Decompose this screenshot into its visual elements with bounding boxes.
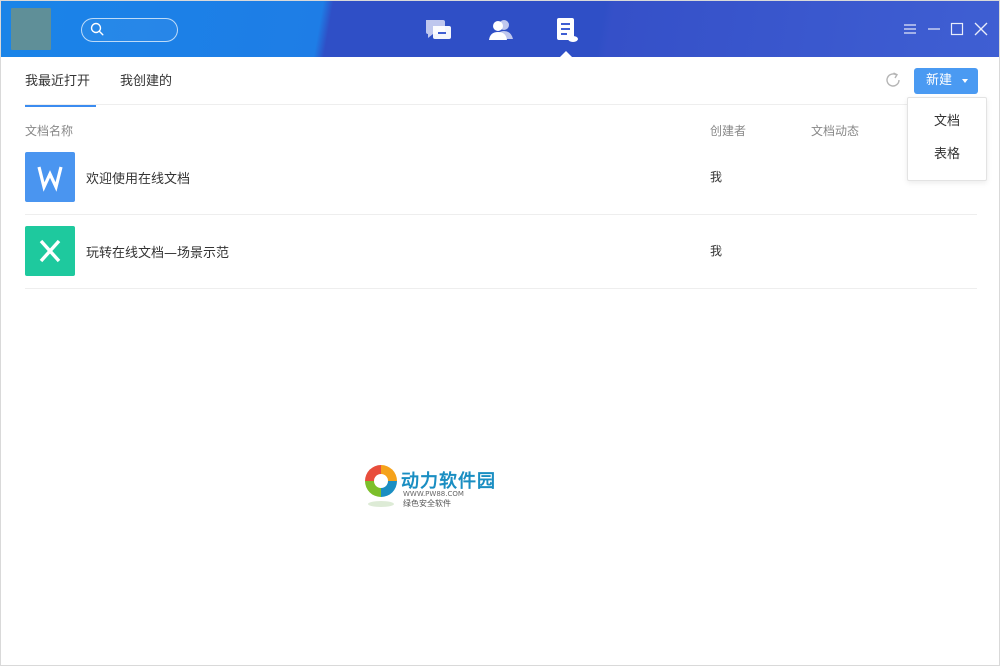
menu-icon[interactable] [902, 21, 918, 37]
close-icon[interactable] [973, 21, 989, 37]
refresh-icon[interactable] [883, 70, 903, 90]
chevron-down-icon [962, 79, 968, 83]
column-header-creator: 创建者 [710, 124, 747, 138]
new-button[interactable]: 新建 [914, 68, 978, 94]
new-button-label: 新建 [926, 73, 953, 88]
tab-recent[interactable]: 我最近打开 [25, 65, 96, 107]
watermark-logo-icon [365, 465, 397, 507]
document-row[interactable]: 欢迎使用在线文档 我 [25, 140, 977, 215]
avatar[interactable] [11, 8, 51, 50]
tabs-divider [25, 104, 977, 105]
watermark-tagline: 绿色安全软件 [403, 499, 451, 508]
menu-item-sheet[interactable]: 表格 [908, 140, 986, 170]
watermark: 动力软件园 WWW.PW88.COM 绿色安全软件 [363, 463, 513, 511]
documents-icon[interactable] [551, 15, 581, 45]
search-box[interactable] [81, 18, 178, 42]
document-name[interactable]: 欢迎使用在线文档 [86, 168, 190, 187]
tab-bar: 我最近打开 我创建的 [25, 65, 975, 107]
word-document-icon [25, 152, 75, 202]
menu-item-document[interactable]: 文档 [908, 107, 986, 137]
minimize-icon[interactable] [926, 21, 942, 37]
document-creator: 我 [710, 244, 723, 258]
contacts-icon[interactable] [487, 15, 517, 45]
maximize-icon[interactable] [949, 21, 965, 37]
new-dropdown-menu: 文档 表格 [907, 97, 987, 181]
document-row[interactable]: 玩转在线文档—场景示范 我 [25, 214, 977, 289]
document-name[interactable]: 玩转在线文档—场景示范 [86, 242, 229, 261]
active-nav-pointer [559, 51, 573, 57]
title-bar [1, 1, 999, 57]
watermark-url: WWW.PW88.COM [403, 490, 464, 498]
spreadsheet-document-icon [25, 226, 75, 276]
column-header-activity: 文档动态 [811, 124, 860, 138]
column-header-name: 文档名称 [25, 124, 74, 138]
document-creator: 我 [710, 170, 723, 184]
app-window: 我最近打开 我创建的 新建 文档名称 创建者 文档动态 欢迎使用在线文档 我 玩… [0, 0, 1000, 666]
chat-icon[interactable] [423, 15, 453, 45]
tab-created-by-me[interactable]: 我创建的 [120, 65, 172, 105]
search-icon [90, 22, 104, 36]
